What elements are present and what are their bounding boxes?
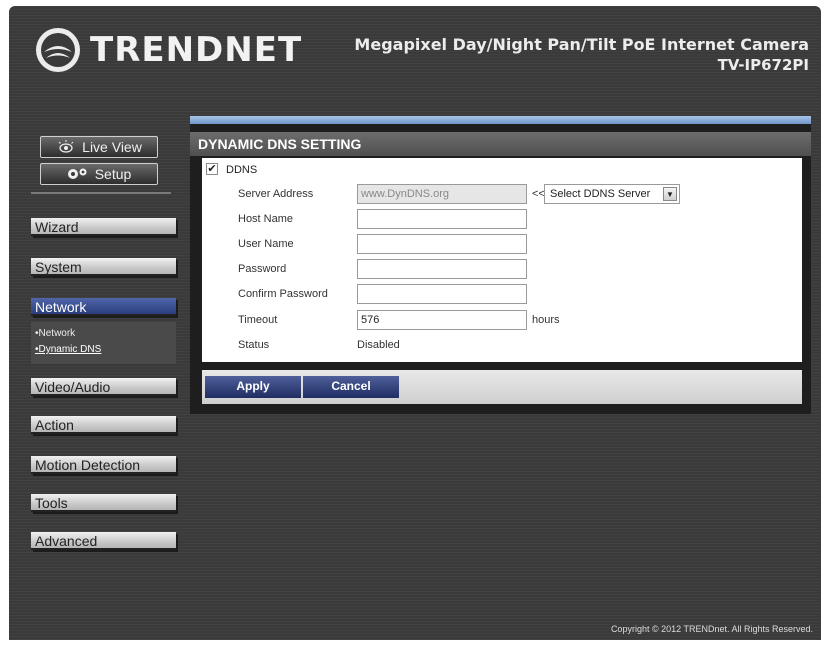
section-title: DYNAMIC DNS SETTING	[190, 132, 811, 156]
product-name: Megapixel Day/Night Pan/Tilt PoE Interne…	[354, 35, 809, 54]
ddns-form: ✔ DDNS Server Address www.DynDNS.org << …	[202, 158, 802, 362]
nav-tools[interactable]: Tools	[31, 494, 176, 512]
network-submenu: •Network •Dynamic DNS	[31, 322, 176, 364]
ddns-server-select[interactable]: Select DDNS Server ▼	[544, 184, 680, 204]
timeout-input[interactable]: 576	[357, 310, 527, 330]
nav-advanced[interactable]: Advanced	[31, 532, 176, 550]
nav-action[interactable]: Action	[31, 416, 176, 434]
setup-label: Setup	[94, 166, 132, 182]
live-view-button[interactable]: Live View	[40, 136, 158, 158]
apply-button[interactable]: Apply	[205, 376, 301, 398]
panel-top-bar	[190, 116, 811, 124]
action-bar: Apply Cancel	[202, 370, 802, 404]
cancel-button[interactable]: Cancel	[303, 376, 399, 398]
ddns-checkbox[interactable]: ✔	[206, 163, 218, 175]
confirm-password-input[interactable]	[357, 284, 527, 304]
trendnet-logo: TRENDNET	[34, 26, 302, 74]
setup-button[interactable]: Setup	[40, 163, 158, 185]
eye-icon	[58, 140, 74, 153]
chevron-down-icon: ▼	[663, 187, 677, 201]
copyright-text: Copyright © 2012 TRENDnet. All Rights Re…	[610, 624, 813, 634]
timeout-unit: hours	[532, 314, 560, 326]
nav-motion-detection[interactable]: Motion Detection	[31, 456, 176, 474]
subnav-network[interactable]: •Network	[35, 326, 176, 342]
status-label: Status	[238, 339, 270, 351]
nav-network[interactable]: Network	[31, 298, 176, 316]
timeout-label: Timeout	[238, 314, 278, 326]
status-value: Disabled	[357, 339, 400, 351]
ddns-panel: DYNAMIC DNS SETTING ✔ DDNS Server Addres…	[190, 124, 811, 414]
nav-video-audio[interactable]: Video/Audio	[31, 378, 176, 396]
nav-wizard[interactable]: Wizard	[31, 218, 176, 236]
trendnet-logo-mark-icon	[36, 28, 80, 72]
user-name-label: User Name	[238, 238, 294, 250]
product-title: Megapixel Day/Night Pan/Tilt PoE Interne…	[354, 34, 809, 76]
select-prefix: <<	[532, 188, 545, 200]
host-name-input[interactable]	[357, 209, 527, 229]
ddns-enable-label: DDNS	[226, 164, 258, 176]
server-address-field[interactable]: www.DynDNS.org	[357, 184, 527, 204]
app-frame: TRENDNET Megapixel Day/Night Pan/Tilt Po…	[9, 6, 821, 640]
ddns-server-select-value: Select DDNS Server	[550, 188, 651, 200]
confirm-password-label: Confirm Password	[238, 288, 328, 300]
password-label: Password	[238, 263, 287, 275]
nav-system[interactable]: System	[31, 258, 176, 276]
password-input[interactable]	[357, 259, 527, 279]
server-address-label: Server Address	[238, 188, 314, 200]
subnav-dynamic-dns[interactable]: •Dynamic DNS	[35, 342, 176, 358]
brand-name: TRENDNET	[90, 30, 303, 70]
gears-icon	[67, 168, 87, 179]
user-name-input[interactable]	[357, 234, 527, 254]
host-name-label: Host Name	[238, 213, 294, 225]
live-view-label: Live View	[82, 139, 142, 155]
mode-switcher: Live View Setup	[31, 126, 171, 194]
product-model: TV-IP672PI	[717, 56, 809, 74]
